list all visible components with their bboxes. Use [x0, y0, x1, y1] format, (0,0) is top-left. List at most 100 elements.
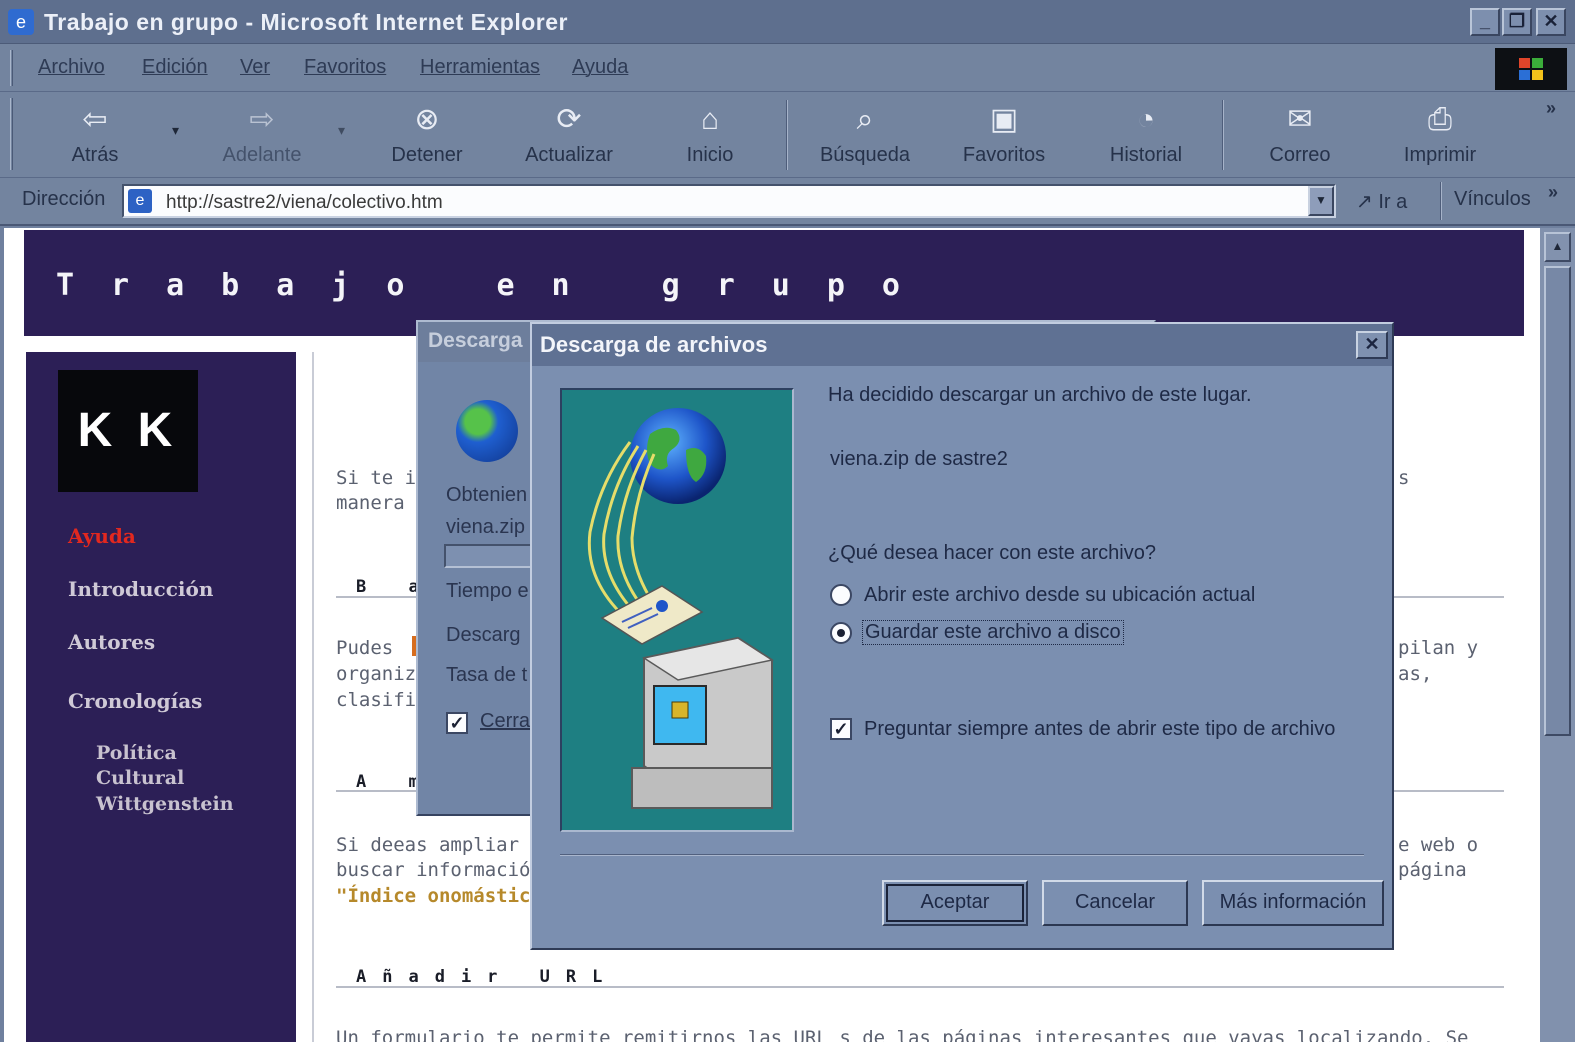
address-input[interactable]: e http://sastre2/viena/colectivo.htm	[122, 184, 1336, 218]
paragraph-2-line-1-end: pilan y	[1398, 637, 1479, 659]
paragraph-1-line-2: manera	[336, 492, 405, 514]
window-title: Trabajo en grupo - Microsoft Internet Ex…	[44, 9, 568, 35]
open-file-radio[interactable]	[830, 584, 852, 606]
paragraph-3-line-2-end: página	[1398, 859, 1467, 881]
dialog-question-text: ¿Qué desea hacer con este archivo?	[828, 542, 1156, 564]
address-dropdown-icon[interactable]: ▼	[1308, 186, 1334, 216]
paragraph-1-line-1-end: s	[1398, 467, 1410, 489]
links-chevron-icon[interactable]: »	[1548, 182, 1558, 203]
paragraph-2-line-2: organiz	[336, 663, 417, 685]
site-logo: K K	[58, 370, 198, 492]
subnav-cultural[interactable]: Cultural	[96, 767, 184, 789]
back-button[interactable]: ⇦ Atrás	[50, 92, 140, 178]
vertical-scrollbar[interactable]: ▲	[1540, 228, 1575, 1042]
print-button[interactable]: ⎙ Imprimir	[1392, 92, 1488, 178]
windows-logo-icon	[1495, 48, 1567, 90]
paragraph-1-line-1: Si te in	[336, 467, 428, 489]
history-icon: ◔	[1136, 103, 1156, 136]
paragraph-3-line-1: Si deeas ampliar	[336, 834, 520, 856]
page-icon: e	[128, 189, 152, 213]
dialog-intro-text: Ha decidido descargar un archivo de este…	[828, 384, 1252, 406]
history-label: Historial	[1109, 144, 1183, 166]
links-button[interactable]: Vínculos	[1454, 188, 1531, 211]
menu-archivo[interactable]: Archivo	[38, 56, 105, 79]
close-when-done-label: Cerra	[480, 710, 531, 732]
close-window-button[interactable]: ✕	[1536, 8, 1566, 36]
nav-cronologias[interactable]: Cronologías	[68, 689, 202, 713]
forward-dropdown-icon[interactable]: ▾	[338, 122, 345, 139]
print-icon: ⎙	[1428, 103, 1452, 136]
accept-button[interactable]: Aceptar	[882, 880, 1028, 926]
subnav-wittgenstein[interactable]: Wittgenstein	[96, 793, 234, 815]
save-file-label[interactable]: Guardar este archivo a disco	[862, 620, 1124, 645]
download-illustration-graphic	[587, 408, 774, 809]
paragraph-3-line-2: buscar informació	[336, 859, 531, 881]
always-ask-checkbox[interactable]: ✓	[830, 718, 852, 740]
favorites-label: Favoritos	[962, 144, 1046, 166]
nav-introduccion[interactable]: Introducción	[68, 577, 213, 601]
toolbar-chevron-icon[interactable]: »	[1546, 98, 1556, 119]
nav-autores[interactable]: Autores	[68, 630, 155, 654]
go-label: Ir a	[1378, 191, 1408, 213]
maximize-button[interactable]: ❐	[1502, 8, 1532, 36]
stop-icon: ⊗	[414, 103, 440, 136]
refresh-icon: ⟳	[556, 103, 582, 136]
go-button[interactable]: ↗ Ir a	[1344, 182, 1434, 220]
address-label: Dirección	[22, 188, 106, 210]
paragraph-2-line-2-end: as,	[1398, 663, 1433, 685]
dialog-close-button[interactable]: ✕	[1356, 331, 1388, 359]
refresh-button[interactable]: ⟳ Actualizar	[514, 92, 624, 178]
progress-bar	[444, 544, 534, 568]
home-button[interactable]: ⌂ Inicio	[670, 92, 750, 178]
progress-obtaining-text: Obtenien	[446, 484, 528, 506]
standard-toolbar: ⇦ Atrás ▾ ⇨ Adelante ▾ ⊗ Detener ⟳ Actualiza…	[0, 92, 1575, 178]
cancel-button[interactable]: Cancelar	[1042, 880, 1188, 926]
menu-edicion[interactable]: Edición	[142, 56, 208, 79]
menu-ver[interactable]: Ver	[240, 56, 270, 79]
file-download-dialog: Descarga de archivos ✕ Ha decidido desca…	[530, 322, 1394, 950]
menu-ayuda[interactable]: Ayuda	[572, 56, 628, 79]
progress-time-text: Tiempo e	[446, 580, 529, 602]
search-button[interactable]: ⌕ Búsqueda	[810, 92, 920, 178]
history-button[interactable]: ◔ Historial	[1098, 92, 1194, 178]
back-dropdown-icon[interactable]: ▾	[172, 122, 179, 139]
more-info-button[interactable]: Más información	[1202, 880, 1384, 926]
always-ask-label[interactable]: Preguntar siempre antes de abrir este ti…	[864, 718, 1335, 741]
close-when-done-checkbox[interactable]: ✓	[446, 712, 468, 734]
favorites-icon: ▣	[989, 103, 1019, 136]
scroll-up-icon[interactable]: ▲	[1544, 232, 1571, 262]
section-heading-3: Añadir URL	[356, 967, 619, 987]
toolbar-grip	[10, 98, 13, 170]
menu-herramientas[interactable]: Herramientas	[420, 56, 540, 79]
minimize-button[interactable]: _	[1470, 8, 1500, 36]
progress-rate-text: Tasa de t	[446, 664, 528, 686]
address-url: http://sastre2/viena/colectivo.htm	[166, 192, 443, 213]
back-label: Atrás	[71, 144, 119, 166]
save-file-radio[interactable]	[830, 622, 852, 644]
links-label: Vínculos	[1454, 188, 1531, 210]
nav-ayuda[interactable]: Ayuda	[68, 524, 136, 548]
paragraph-2-line-3: clasific	[336, 689, 428, 711]
subnav-politica[interactable]: Política	[96, 742, 177, 764]
open-file-label[interactable]: Abrir este archivo desde su ubicación ac…	[864, 584, 1255, 607]
menu-favoritos[interactable]: Favoritos	[304, 56, 386, 79]
paragraph-4-partial: Un formulario te permite remitirnos las …	[336, 1027, 1469, 1042]
home-icon: ⌂	[700, 103, 720, 136]
globe-icon	[456, 400, 518, 462]
forward-button[interactable]: ⇨ Adelante	[214, 92, 310, 178]
stop-button[interactable]: ⊗ Detener	[382, 92, 472, 178]
address-separator	[1440, 182, 1442, 220]
favorites-button[interactable]: ▣ Favoritos	[952, 92, 1056, 178]
forward-arrow-icon: ⇨	[249, 103, 275, 136]
section-rule	[336, 986, 1504, 988]
ie-page-icon: e	[8, 9, 34, 35]
menu-grip	[10, 50, 13, 86]
menu-bar: Archivo Edición Ver Favoritos Herramient…	[0, 44, 1575, 92]
index-link[interactable]: "Índice onomástic	[336, 884, 530, 909]
forward-label: Adelante	[222, 144, 302, 166]
mail-button[interactable]: ✉ Correo	[1252, 92, 1348, 178]
go-arrow-icon: ↗	[1356, 191, 1373, 213]
toolbar-separator	[1222, 100, 1224, 170]
scroll-thumb[interactable]	[1544, 266, 1571, 736]
progress-dialog-title: Descarga	[428, 329, 523, 352]
